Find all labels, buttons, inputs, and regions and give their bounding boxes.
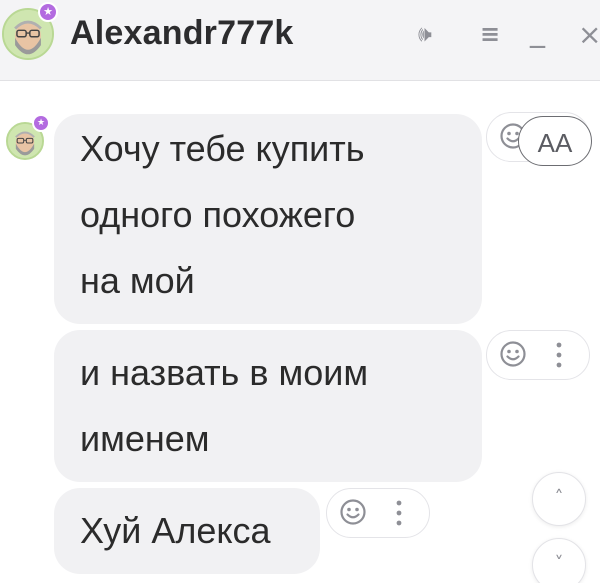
chevron-down-icon: ˅ xyxy=(554,553,564,574)
more-options-icon[interactable] xyxy=(393,497,405,529)
message-line: Хочу тебе купить xyxy=(80,128,365,169)
smiley-face-icon[interactable] xyxy=(339,498,367,526)
message-bubble[interactable]: Хочу тебе купить одного похожего на мой xyxy=(54,114,482,324)
chat-window: ★ Alexandr777k 🕪 ≡ _ × ★ Хочу тебе купит… xyxy=(0,0,600,583)
font-size-button[interactable]: AA xyxy=(518,116,592,166)
scroll-down-button[interactable]: ˅ xyxy=(532,538,586,583)
message-bubble[interactable]: Хуй Алекса xyxy=(54,488,320,574)
close-icon[interactable]: × xyxy=(578,18,600,51)
message-line: одного похожего xyxy=(80,194,356,235)
message-line: и назвать в моим xyxy=(80,352,369,393)
minimize-icon[interactable]: _ xyxy=(530,14,545,49)
message-actions xyxy=(486,330,590,380)
chat-header: ★ Alexandr777k 🕪 ≡ _ × xyxy=(0,0,600,81)
message-bubble[interactable]: и назвать в моим именем xyxy=(54,330,482,482)
scroll-up-button[interactable]: ˄ xyxy=(532,472,586,526)
smiley-face-icon[interactable] xyxy=(499,340,527,368)
premium-star-icon: ★ xyxy=(32,114,50,132)
speaker-icon[interactable]: 🕪 xyxy=(418,22,432,47)
message-line: именем xyxy=(80,418,210,459)
chevron-up-icon: ˄ xyxy=(554,487,564,508)
contact-name[interactable]: Alexandr777k xyxy=(70,14,294,53)
premium-star-icon: ★ xyxy=(38,2,58,22)
message-line: на мой xyxy=(80,260,195,301)
message-actions xyxy=(326,488,430,538)
more-options-icon[interactable] xyxy=(553,339,565,371)
message-line: Хуй Алекса xyxy=(80,510,271,551)
menu-icon[interactable]: ≡ xyxy=(480,20,500,48)
